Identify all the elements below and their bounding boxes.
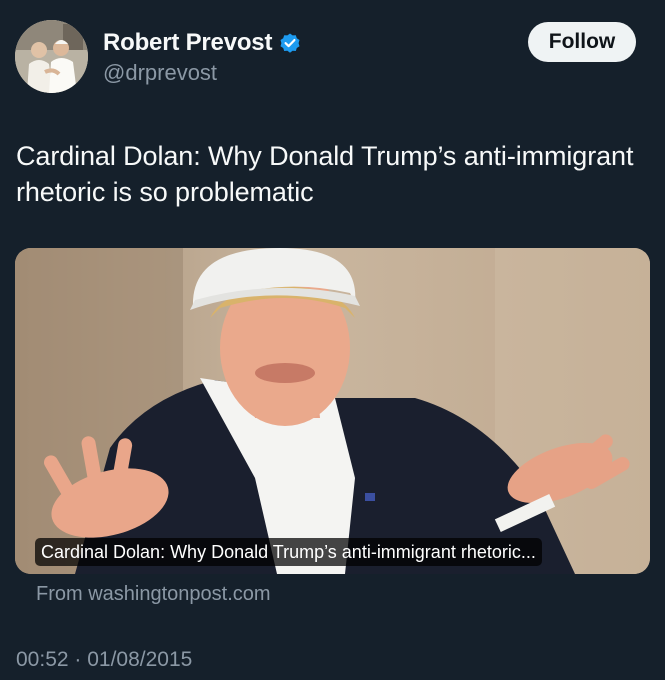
link-card-image — [15, 248, 650, 574]
tweet-timestamp[interactable]: 00:52 · 01/08/2015 — [16, 648, 192, 672]
tweet-container: Robert Prevost @drprevost Follow Cardina… — [0, 0, 665, 680]
author-handle[interactable]: @drprevost — [103, 60, 217, 86]
link-card-caption: Cardinal Dolan: Why Donald Trump’s anti-… — [35, 538, 542, 566]
author-name-row: Robert Prevost — [103, 28, 302, 58]
tweet-text: Cardinal Dolan: Why Donald Trump’s anti-… — [16, 141, 634, 207]
verified-badge-icon — [278, 31, 302, 55]
author-avatar[interactable] — [15, 20, 88, 93]
avatar-photo — [15, 20, 88, 93]
link-card[interactable]: Cardinal Dolan: Why Donald Trump’s anti-… — [15, 248, 650, 574]
author-name[interactable]: Robert Prevost — [103, 29, 272, 57]
follow-button[interactable]: Follow — [528, 22, 636, 62]
link-card-source[interactable]: From washingtonpost.com — [36, 583, 271, 606]
